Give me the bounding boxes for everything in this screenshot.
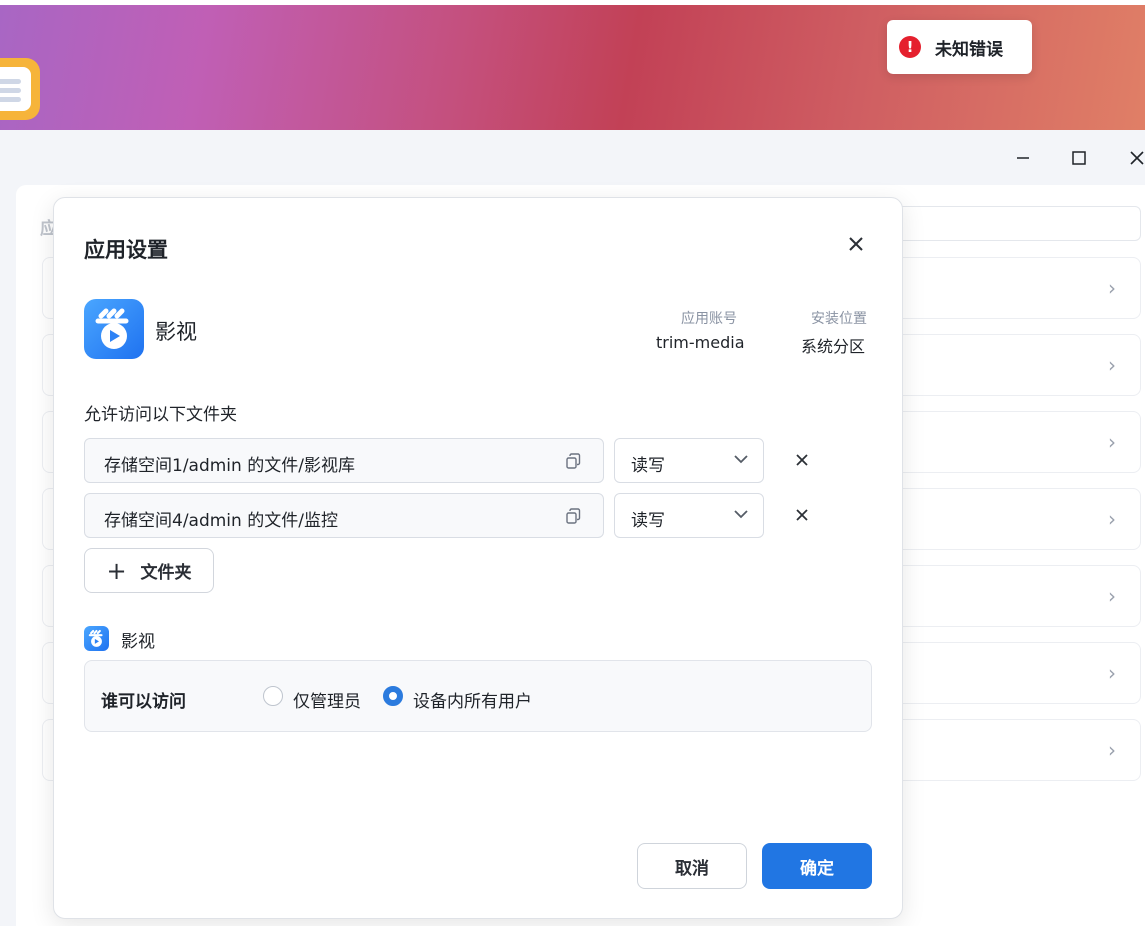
folder-path-text: 存储空间1/admin 的文件/影视库 — [104, 456, 355, 476]
dialog-title: 应用设置 — [84, 238, 168, 262]
radio-all-users[interactable] — [383, 686, 403, 706]
confirm-button[interactable]: 确定 — [762, 843, 872, 889]
folder-path-field[interactable]: 存储空间1/admin 的文件/影视库 — [84, 438, 604, 483]
folder-path-field[interactable]: 存储空间4/admin 的文件/监控 — [84, 493, 604, 538]
minimize-button[interactable] — [1009, 144, 1037, 172]
access-label: 谁可以访问 — [101, 692, 186, 712]
add-folder-button[interactable]: + 文件夹 — [84, 548, 214, 593]
chevron-right-icon: › — [1108, 738, 1116, 762]
app-account-value: trim-media — [656, 333, 745, 352]
remove-folder-button[interactable] — [792, 505, 812, 525]
app-name: 影视 — [155, 320, 197, 344]
radio-admin-only-label[interactable]: 仅管理员 — [293, 687, 361, 712]
error-circle-icon: ! — [899, 36, 921, 58]
window-titlebar — [0, 130, 1145, 185]
permission-value: 读写 — [631, 456, 665, 476]
chevron-right-icon: › — [1108, 661, 1116, 685]
radio-all-users-label[interactable]: 设备内所有用户 — [413, 687, 532, 712]
close-icon — [1130, 151, 1144, 165]
dialog-close-button[interactable] — [844, 232, 868, 256]
maximize-icon — [1072, 151, 1086, 165]
chevron-right-icon: › — [1108, 430, 1116, 454]
permission-select[interactable]: 读写 — [614, 438, 764, 483]
close-icon — [849, 237, 863, 251]
cancel-button[interactable]: 取消 — [637, 843, 747, 889]
toast-message: 未知错误 — [935, 39, 1003, 60]
notes-app-icon[interactable] — [0, 58, 40, 120]
app-account-label: 应用账号 — [681, 311, 737, 327]
permission-value: 读写 — [631, 511, 665, 531]
chevron-down-icon — [734, 510, 748, 519]
add-folder-label: 文件夹 — [140, 563, 192, 583]
folder-path-text: 存储空间4/admin 的文件/监控 — [104, 511, 338, 531]
chevron-right-icon: › — [1108, 353, 1116, 377]
chevron-right-icon: › — [1108, 507, 1116, 531]
background-search-input[interactable] — [880, 206, 1141, 241]
plus-icon: + — [106, 556, 127, 585]
window-close-button[interactable] — [1123, 144, 1145, 172]
media-app-icon-small — [84, 626, 109, 651]
chevron-right-icon: › — [1108, 276, 1116, 300]
error-toast: ! 未知错误 — [887, 20, 1032, 74]
access-settings-panel: 谁可以访问 仅管理员 设备内所有用户 — [84, 660, 872, 732]
maximize-button[interactable] — [1065, 144, 1093, 172]
install-location-value: 系统分区 — [801, 337, 866, 356]
install-location-label: 安装位置 — [811, 311, 867, 327]
copy-icon[interactable] — [565, 453, 581, 469]
chevron-right-icon: › — [1108, 584, 1116, 608]
radio-admin-only[interactable] — [263, 686, 283, 706]
folders-section-label: 允许访问以下文件夹 — [84, 405, 237, 425]
close-icon — [796, 454, 808, 466]
remove-folder-button[interactable] — [792, 450, 812, 470]
media-app-icon — [84, 299, 144, 359]
minimize-icon — [1017, 157, 1029, 159]
copy-icon[interactable] — [565, 508, 581, 524]
chevron-down-icon — [734, 455, 748, 464]
close-icon — [796, 509, 808, 521]
access-app-name: 影视 — [121, 632, 155, 652]
permission-select[interactable]: 读写 — [614, 493, 764, 538]
app-settings-dialog: 应用设置 影视 应用账号 trim-media 安装位置 系统分区 允许访问以下… — [53, 197, 903, 919]
